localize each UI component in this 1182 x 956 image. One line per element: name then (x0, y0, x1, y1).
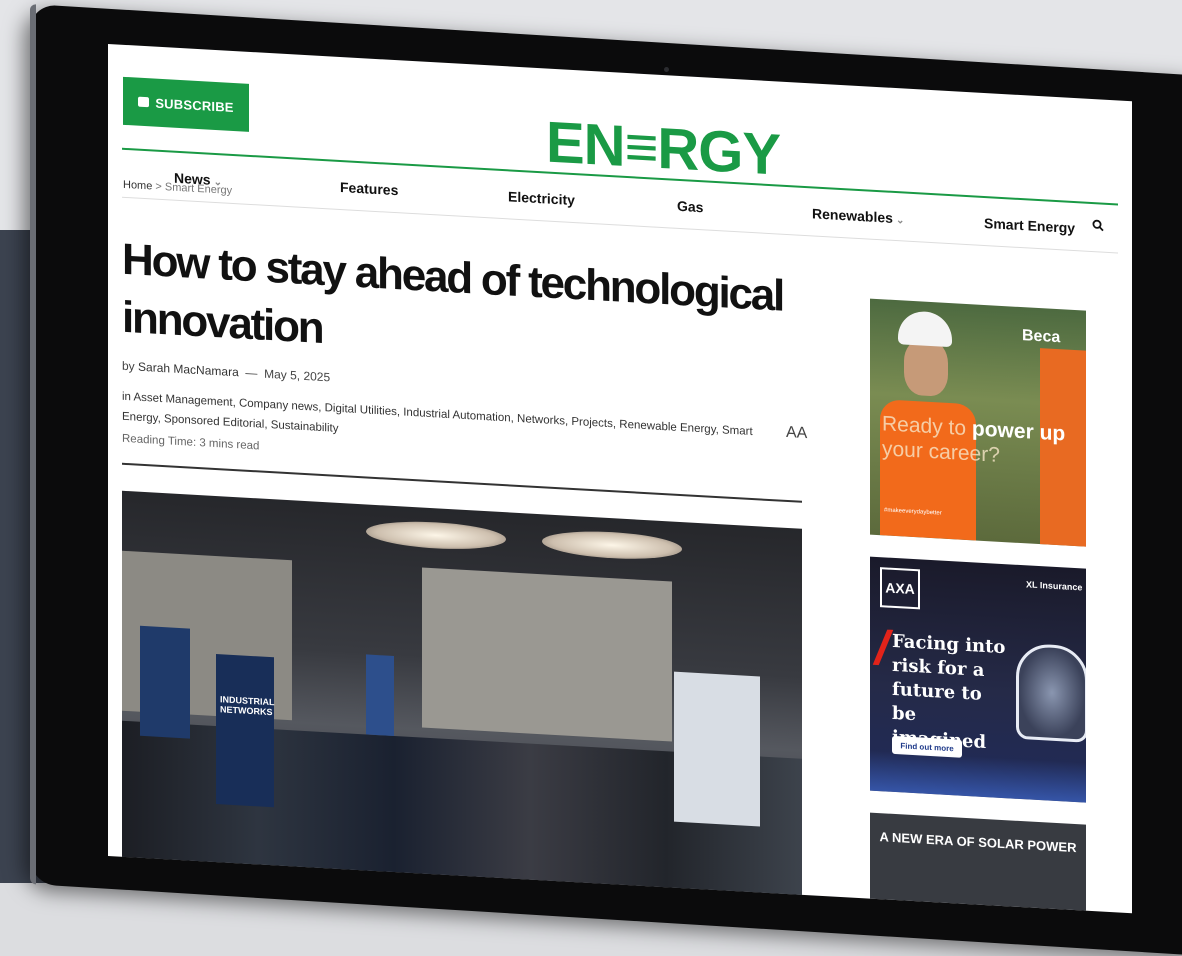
nav-item-news[interactable]: News ⌄ (174, 170, 222, 189)
chevron-down-icon: ⌄ (895, 215, 905, 227)
reading-time: Reading Time: 3 mins read (122, 432, 260, 453)
gift-icon (138, 96, 150, 108)
subscribe-label: SUBSCRIBE (155, 95, 234, 115)
ad-figure (904, 338, 948, 397)
author-link[interactable]: Sarah MacNamara (138, 360, 239, 380)
chevron-down-icon: ⌄ (213, 176, 222, 189)
nav-smart-energy-label: Smart Energy (984, 214, 1076, 237)
axa-slash-icon (872, 629, 894, 666)
byline-dash: — (245, 365, 258, 381)
byline-prefix: by (122, 358, 135, 374)
beca-headline-dim: Ready to (882, 412, 967, 440)
nav-item-renewables[interactable]: Renewables ⌄ (812, 205, 904, 226)
site-logo[interactable]: EN≡RGY (546, 108, 780, 188)
nav-item-features[interactable]: Features (340, 179, 398, 198)
article-hero-image: INDUSTRIAL NETWORKS (122, 490, 802, 899)
ad-solar[interactable]: A NEW ERA OF SOLAR POWER (870, 812, 1086, 914)
solar-headline: A NEW ERA OF SOLAR POWER (879, 829, 1077, 856)
article-categories[interactable]: in Asset Management, Company news, Digit… (122, 387, 762, 463)
webpage-screen: SUBSCRIBE EN≡RGY Home > Smart Energy New… (108, 44, 1132, 914)
ad-figure (898, 310, 952, 348)
wall-panel (422, 567, 672, 742)
monitor-edge (30, 4, 36, 885)
nav-electricity-label: Electricity (508, 188, 575, 209)
nav-renewables-label: Renewables (812, 205, 893, 226)
nav-features-label: Features (340, 178, 399, 199)
subscribe-button[interactable]: SUBSCRIBE (123, 76, 249, 132)
article-title: How to stay ahead of technological innov… (122, 234, 784, 353)
ceiling-light (366, 518, 506, 553)
booth-label: INDUSTRIAL NETWORKS (220, 694, 275, 718)
axa-brand: XL Insurance (1026, 579, 1083, 593)
booth-banner: INDUSTRIAL NETWORKS (216, 654, 275, 808)
ceiling-light (542, 528, 682, 563)
beca-headline-bold: power up (971, 417, 1066, 446)
booth-banner (674, 671, 760, 827)
axa-logo: AXA (880, 567, 920, 610)
booth-banner (366, 654, 394, 736)
font-size-label: AA (786, 423, 808, 443)
nav-item-electricity[interactable]: Electricity (508, 188, 575, 208)
article-byline: by Sarah MacNamara — May 5, 2025 (122, 359, 330, 385)
ad-grid-floor (870, 750, 1086, 803)
nav-gas-label: Gas (677, 197, 704, 216)
search-icon[interactable] (1092, 219, 1104, 232)
ad-axa[interactable]: AXA XL Insurance Facing into risk for a … (870, 556, 1086, 803)
article-date: May 5, 2025 (264, 366, 331, 385)
nav-item-gas[interactable]: Gas (677, 198, 703, 215)
astronaut-image (1016, 642, 1086, 743)
beca-logo: Beca (1022, 327, 1061, 347)
font-size-toggle[interactable]: AA (786, 424, 807, 443)
booth-banner (140, 625, 190, 739)
ad-beca[interactable]: Beca Ready to power up your career? #mak… (870, 298, 1086, 547)
nav-item-smart-energy[interactable]: Smart Energy (984, 215, 1075, 236)
camera-icon (664, 67, 669, 72)
nav-news-label: News (174, 169, 211, 188)
